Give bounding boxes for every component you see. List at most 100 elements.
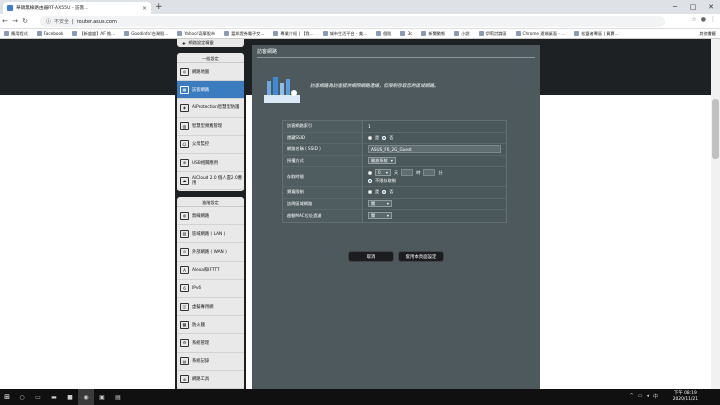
unlimited-radio[interactable] xyxy=(368,179,372,183)
access-time-row: 存取時間 0 ▾ 天 時 分 不限存取制 xyxy=(283,167,506,187)
radio-label: 不限存取制 xyxy=(375,178,396,183)
bookmark-label: 松盟者專區 | 買賣... xyxy=(581,30,619,36)
sidebar-item-icon: ▦ xyxy=(180,85,189,94)
bookmark-item[interactable]: 個股 xyxy=(376,31,391,37)
sidebar-item[interactable]: ⊛ 網路工具 xyxy=(177,371,244,389)
star-icon[interactable]: ☆ xyxy=(691,16,696,23)
address-bar[interactable]: ⓘ 不安全 | router.asus.com xyxy=(40,16,665,27)
bookmark-item[interactable]: Yahoo!奇摩股市 xyxy=(177,31,215,37)
sidebar-item-label: 系統管理 xyxy=(192,340,210,346)
field-label: 啟動MAC位址過濾 xyxy=(283,210,363,222)
advanced-settings-group: 進階設定 ◍ 無線網路 ▨ 區域網路 ( LAN ) ⊙ 外部網路 ( WAN ) A Ale… xyxy=(177,197,244,390)
auth-row: 授權方式 開放系統 ▾ xyxy=(283,155,506,167)
bookmark-icon xyxy=(421,31,427,36)
select-value: 關 xyxy=(371,212,376,218)
sidebar-item[interactable]: ⊕ USB相關應用 xyxy=(177,154,244,173)
search-icon[interactable]: ○ xyxy=(14,389,30,405)
bookmark-item[interactable]: 專業介紹 | 【我... xyxy=(273,31,314,37)
sidebar-item-setup-wizard[interactable]: ✚ 網路設定精靈 xyxy=(177,39,244,47)
bookmark-item[interactable]: 伊莉討論區 xyxy=(478,31,507,37)
sidebar-item[interactable]: ☁ AiCloud 2.0 個人雲2.0應用 xyxy=(177,172,244,191)
close-icon[interactable]: × xyxy=(142,5,147,12)
back-icon[interactable]: ← xyxy=(0,17,10,25)
sidebar-item[interactable]: ◫ 虛擬專用網 xyxy=(177,298,244,317)
sidebar-item[interactable]: ⊙ 外部網路 ( WAN ) xyxy=(177,243,244,262)
folder-icon[interactable]: ■ xyxy=(62,389,78,405)
extension-area: ☆ ● ⋮ xyxy=(691,16,716,23)
limited-time-radio[interactable] xyxy=(368,170,372,175)
sidebar-item-label: AiProtection智慧型防護 xyxy=(192,105,240,111)
windows-start-icon[interactable]: ⊞ xyxy=(0,393,14,401)
sidebar-item[interactable]: ▩ 防火牆 xyxy=(177,316,244,335)
bookmark-item[interactable]: Goodinfo!台灣股... xyxy=(124,31,168,37)
profile-icon[interactable]: ● xyxy=(701,16,706,23)
chrome-icon[interactable]: ◉ xyxy=(78,389,94,405)
bookmark-label: Goodinfo!台灣股... xyxy=(131,30,169,36)
task-view-icon[interactable]: ▭ xyxy=(30,389,46,405)
sidebar-item-icon: ▥ xyxy=(180,122,189,131)
sidebar-item[interactable]: ◈ AiProtection智慧型防護 xyxy=(177,99,244,118)
sidebar-item[interactable]: ◍ 無線網路 xyxy=(177,207,244,226)
file-explorer-icon[interactable]: ▬ xyxy=(46,389,62,405)
forward-icon[interactable]: → xyxy=(10,17,20,25)
bandwidth-yes-radio[interactable] xyxy=(368,190,372,195)
bookmark-item[interactable]: 松盟者專區 | 買賣... xyxy=(574,30,619,37)
bookmark-item[interactable]: 小說 xyxy=(454,31,470,37)
sidebar-item[interactable]: ▦ 訪客網路 xyxy=(177,81,244,100)
sidebar-item[interactable]: ▨ 區域網路 ( LAN ) xyxy=(177,225,244,244)
mac-filter-select[interactable]: 關 ▾ xyxy=(368,212,392,220)
sidebar-item[interactable]: ⚙ 系統管理 xyxy=(177,334,244,353)
minimize-icon[interactable]: ─ xyxy=(666,0,684,14)
sidebar-item[interactable]: ▥ 智慧型頻寬管理 xyxy=(177,118,244,136)
sidebar-item[interactable]: ◎ 網路地圖 xyxy=(177,63,244,82)
select-value: 關 xyxy=(371,200,376,206)
sidebar-item[interactable]: ☺ 父母監控 xyxy=(177,136,244,154)
maximize-icon[interactable]: □ xyxy=(684,0,702,14)
other-bookmarks[interactable]: 其他書籤 xyxy=(699,31,716,37)
clock[interactable]: 下午 08:19 2020/11/21 xyxy=(673,391,698,403)
sidebar-item[interactable]: ▤ 系統記錄 xyxy=(177,353,244,371)
minutes-input[interactable] xyxy=(423,169,436,176)
bookmark-item[interactable]: Chrome 遠端桌面 - ... xyxy=(515,31,565,37)
bandwidth-no-radio[interactable] xyxy=(382,190,387,195)
bookmark-item[interactable]: Facebook xyxy=(36,31,63,36)
new-tab-button[interactable]: + xyxy=(155,2,163,12)
info-icon[interactable]: ⓘ xyxy=(46,18,51,25)
ime-icon[interactable]: 中 xyxy=(653,393,658,400)
remote-desktop-icon[interactable]: ▤ xyxy=(110,389,126,405)
menu-icon[interactable]: ⋮ xyxy=(710,16,716,23)
bookmark-icon xyxy=(36,31,42,36)
bookmark-item[interactable]: 3c xyxy=(400,31,412,36)
sidebar-item[interactable]: A Alexa和IFTTT xyxy=(177,262,244,280)
scrollbar-thumb[interactable] xyxy=(712,99,719,159)
intranet-select[interactable]: 關 ▾ xyxy=(368,200,392,208)
ssid-input[interactable]: ASUS_F6_2G_Guest xyxy=(368,145,501,154)
network-icon[interactable]: ▭ xyxy=(638,393,643,400)
days-select[interactable]: 0 ▾ xyxy=(375,169,391,176)
window-close-icon[interactable]: ✕ xyxy=(702,0,720,14)
mac-filter-row: 啟動MAC位址過濾 關 ▾ xyxy=(283,210,506,222)
cancel-button[interactable]: 取消 xyxy=(348,251,394,262)
bookmark-item[interactable]: 富邦證券電子交... xyxy=(224,31,264,37)
sidebar-item-label: 無線網路 xyxy=(192,213,210,219)
reload-icon[interactable]: ↻ xyxy=(20,17,30,25)
bookmark-item[interactable]: 城市生活平台 - 美... xyxy=(322,31,367,37)
chevron-up-icon[interactable]: ^ xyxy=(630,393,634,400)
bookmark-item[interactable]: 【新盛盛】AF 推... xyxy=(72,31,115,37)
group-header: 進階設定 xyxy=(177,198,244,207)
bookmark-item[interactable]: 應用程式 xyxy=(4,31,28,37)
index-row: 訪客網路索引 1 xyxy=(283,121,506,133)
app-icon[interactable]: ▣ xyxy=(94,389,110,405)
hide-ssid-no-radio[interactable] xyxy=(382,135,387,140)
volume-icon[interactable]: ◂ xyxy=(646,393,649,400)
page-scrollbar[interactable] xyxy=(711,39,720,389)
address-bar-row: ← → ↻ ⓘ 不安全 | router.asus.com ☆ ● ⋮ xyxy=(0,14,720,29)
browser-tab[interactable]: 華碩無線路由器RT-AX55U - 訪客... × xyxy=(3,2,151,14)
hide-ssid-yes-radio[interactable] xyxy=(368,135,372,140)
apply-button[interactable]: 套用本頁面設定 xyxy=(398,251,444,262)
hours-input[interactable] xyxy=(401,169,414,176)
field-label: 網路名稱 ( SSID ) xyxy=(283,144,363,155)
sidebar-item[interactable]: 6 IPv6 xyxy=(177,280,244,298)
bookmark-item[interactable]: 新聞動態 xyxy=(421,31,445,37)
auth-method-select[interactable]: 開放系統 ▾ xyxy=(368,157,396,165)
